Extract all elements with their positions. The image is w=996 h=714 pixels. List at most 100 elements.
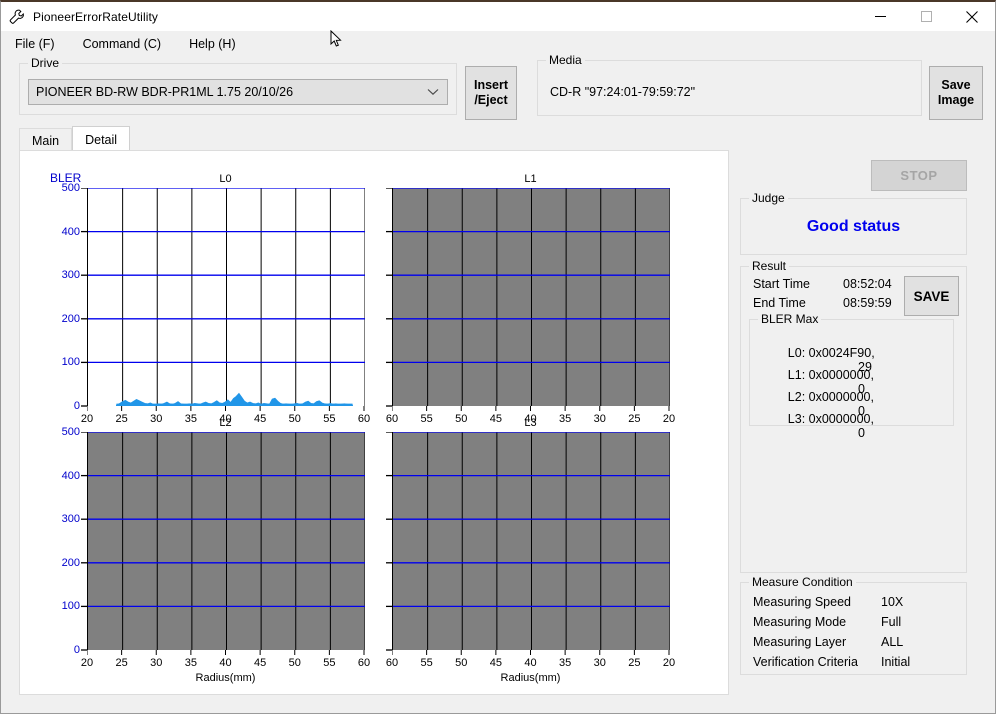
y-tick-label: 400	[62, 470, 80, 482]
x-tick-label: 35	[185, 657, 197, 669]
stop-button[interactable]: STOP	[871, 160, 967, 191]
save-button-label: SAVE	[914, 289, 950, 304]
judge-status: Good status	[741, 218, 966, 236]
save-button[interactable]: SAVE	[904, 276, 959, 316]
mouse-cursor-icon	[330, 30, 342, 49]
minimize-icon[interactable]	[857, 2, 903, 31]
close-icon[interactable]	[949, 2, 995, 31]
media-value: CD-R "97:24:01-79:59:72"	[550, 85, 695, 99]
measuring-speed-label: Measuring Speed	[753, 595, 851, 609]
y-tick-label: 300	[62, 513, 80, 525]
drive-selected-value: PIONEER BD-RW BDR-PR1ML 1.75 20/10/26	[36, 85, 293, 99]
window-controls	[857, 2, 995, 31]
y-tick-label: 0	[74, 644, 80, 656]
menu-item-file[interactable]: File (F)	[15, 37, 55, 51]
x-tick-label: 60	[386, 657, 398, 669]
bler-max-layer: L3: 0x0000000,	[788, 412, 874, 426]
chart-panel-l0: L00100200300400500202530354045505560	[87, 173, 364, 441]
chart-title-l1: L1	[392, 173, 669, 185]
bler-max-label: BLER Max	[758, 312, 821, 326]
wrench-icon	[8, 8, 26, 26]
measure-condition-group: Measure Condition Measuring Speed 10X Me…	[740, 582, 967, 675]
maximize-icon[interactable]	[903, 2, 949, 31]
start-time-label: Start Time	[753, 277, 810, 291]
menu-bar: File (F) Command (C) Help (H)	[1, 31, 995, 56]
verification-criteria-label: Verification Criteria	[753, 655, 858, 669]
y-axis-labels: 0100200300400500	[42, 432, 80, 650]
plot-canvas	[393, 432, 670, 650]
y-axis-ticks	[80, 188, 87, 408]
plot-area-l2	[87, 432, 364, 650]
insert-eject-line1: Insert	[474, 78, 508, 93]
chart-panel-l1: L1605550454035302520	[392, 173, 669, 441]
insert-eject-button[interactable]: Insert /Eject	[465, 66, 517, 120]
tab-main[interactable]: Main	[19, 128, 72, 152]
x-axis-ticks	[87, 406, 366, 412]
measure-condition-row: Measuring Mode Full	[753, 615, 846, 629]
y-axis-ticks	[385, 188, 392, 408]
y-tick-label: 400	[62, 226, 80, 238]
menu-item-help[interactable]: Help (H)	[189, 37, 236, 51]
save-image-button[interactable]: Save Image	[929, 66, 983, 120]
x-tick-label: 60	[358, 657, 370, 669]
y-tick-label: 0	[74, 400, 80, 412]
measuring-layer-value: ALL	[881, 635, 903, 649]
x-axis-ticks	[392, 406, 671, 412]
drive-group-label: Drive	[28, 56, 62, 70]
x-tick-label: 30	[594, 657, 606, 669]
measuring-mode-value: Full	[881, 615, 901, 629]
tab-strip: Main Detail	[19, 126, 130, 152]
menu-item-command[interactable]: Command (C)	[83, 37, 162, 51]
x-tick-label: 45	[490, 657, 502, 669]
y-tick-label: 200	[62, 557, 80, 569]
verification-criteria-value: Initial	[881, 655, 910, 669]
x-tick-label: 25	[116, 657, 128, 669]
chart-title-l0: L0	[87, 173, 364, 185]
x-tick-label: 20	[81, 657, 93, 669]
chevron-down-icon	[427, 85, 439, 99]
x-tick-label: 55	[323, 657, 335, 669]
drive-select[interactable]: PIONEER BD-RW BDR-PR1ML 1.75 20/10/26	[28, 79, 448, 105]
end-time-value: 08:59:59	[843, 296, 892, 310]
measure-condition-row: Measuring Speed 10X	[753, 595, 851, 609]
tab-detail-label: Detail	[85, 133, 117, 147]
tab-detail[interactable]: Detail	[72, 126, 130, 152]
x-tick-label: 45	[254, 657, 266, 669]
window-title: PioneerErrorRateUtility	[33, 10, 158, 24]
x-tick-label: 55	[421, 657, 433, 669]
plot-area-l0	[87, 188, 364, 406]
end-time-label: End Time	[753, 296, 806, 310]
y-tick-label: 100	[62, 356, 80, 368]
x-axis-labels: 605550454035302520	[392, 657, 669, 671]
detail-chart-panel: BLER L0010020030040050020253035404550556…	[19, 150, 729, 695]
result-group: Result Start Time 08:52:04 End Time 08:5…	[740, 266, 967, 573]
y-axis-ticks	[385, 432, 392, 652]
plot-canvas	[88, 432, 365, 650]
start-time-value: 08:52:04	[843, 277, 892, 291]
chart-panel-l3: L3605550454035302520Radius(mm)	[392, 417, 669, 685]
x-tick-label: 30	[150, 657, 162, 669]
x-tick-label: 40	[524, 657, 536, 669]
x-axis-labels: 202530354045505560	[87, 657, 364, 671]
plot-area-l1	[392, 188, 669, 406]
plot-area-l3	[392, 432, 669, 650]
y-tick-label: 200	[62, 313, 80, 325]
plot-canvas	[393, 188, 670, 406]
y-tick-label: 300	[62, 269, 80, 281]
stop-button-label: STOP	[900, 168, 937, 183]
y-axis-labels: 0100200300400500	[42, 188, 80, 406]
drive-group: Drive PIONEER BD-RW BDR-PR1ML 1.75 20/10…	[19, 63, 457, 115]
bler-max-value: 0	[858, 426, 865, 440]
x-axis-ticks	[392, 650, 671, 656]
x-tick-label: 25	[628, 657, 640, 669]
y-axis-ticks	[80, 432, 87, 652]
measure-condition-row: Verification Criteria Initial	[753, 655, 858, 669]
x-tick-label: 35	[559, 657, 571, 669]
measuring-layer-label: Measuring Layer	[753, 635, 846, 649]
judge-group: Judge Good status	[740, 198, 967, 255]
save-image-line1: Save	[941, 78, 970, 93]
x-axis-ticks	[87, 650, 366, 656]
measure-condition-label: Measure Condition	[749, 575, 856, 589]
media-group: Media CD-R "97:24:01-79:59:72"	[537, 60, 922, 116]
x-tick-label: 20	[663, 657, 675, 669]
